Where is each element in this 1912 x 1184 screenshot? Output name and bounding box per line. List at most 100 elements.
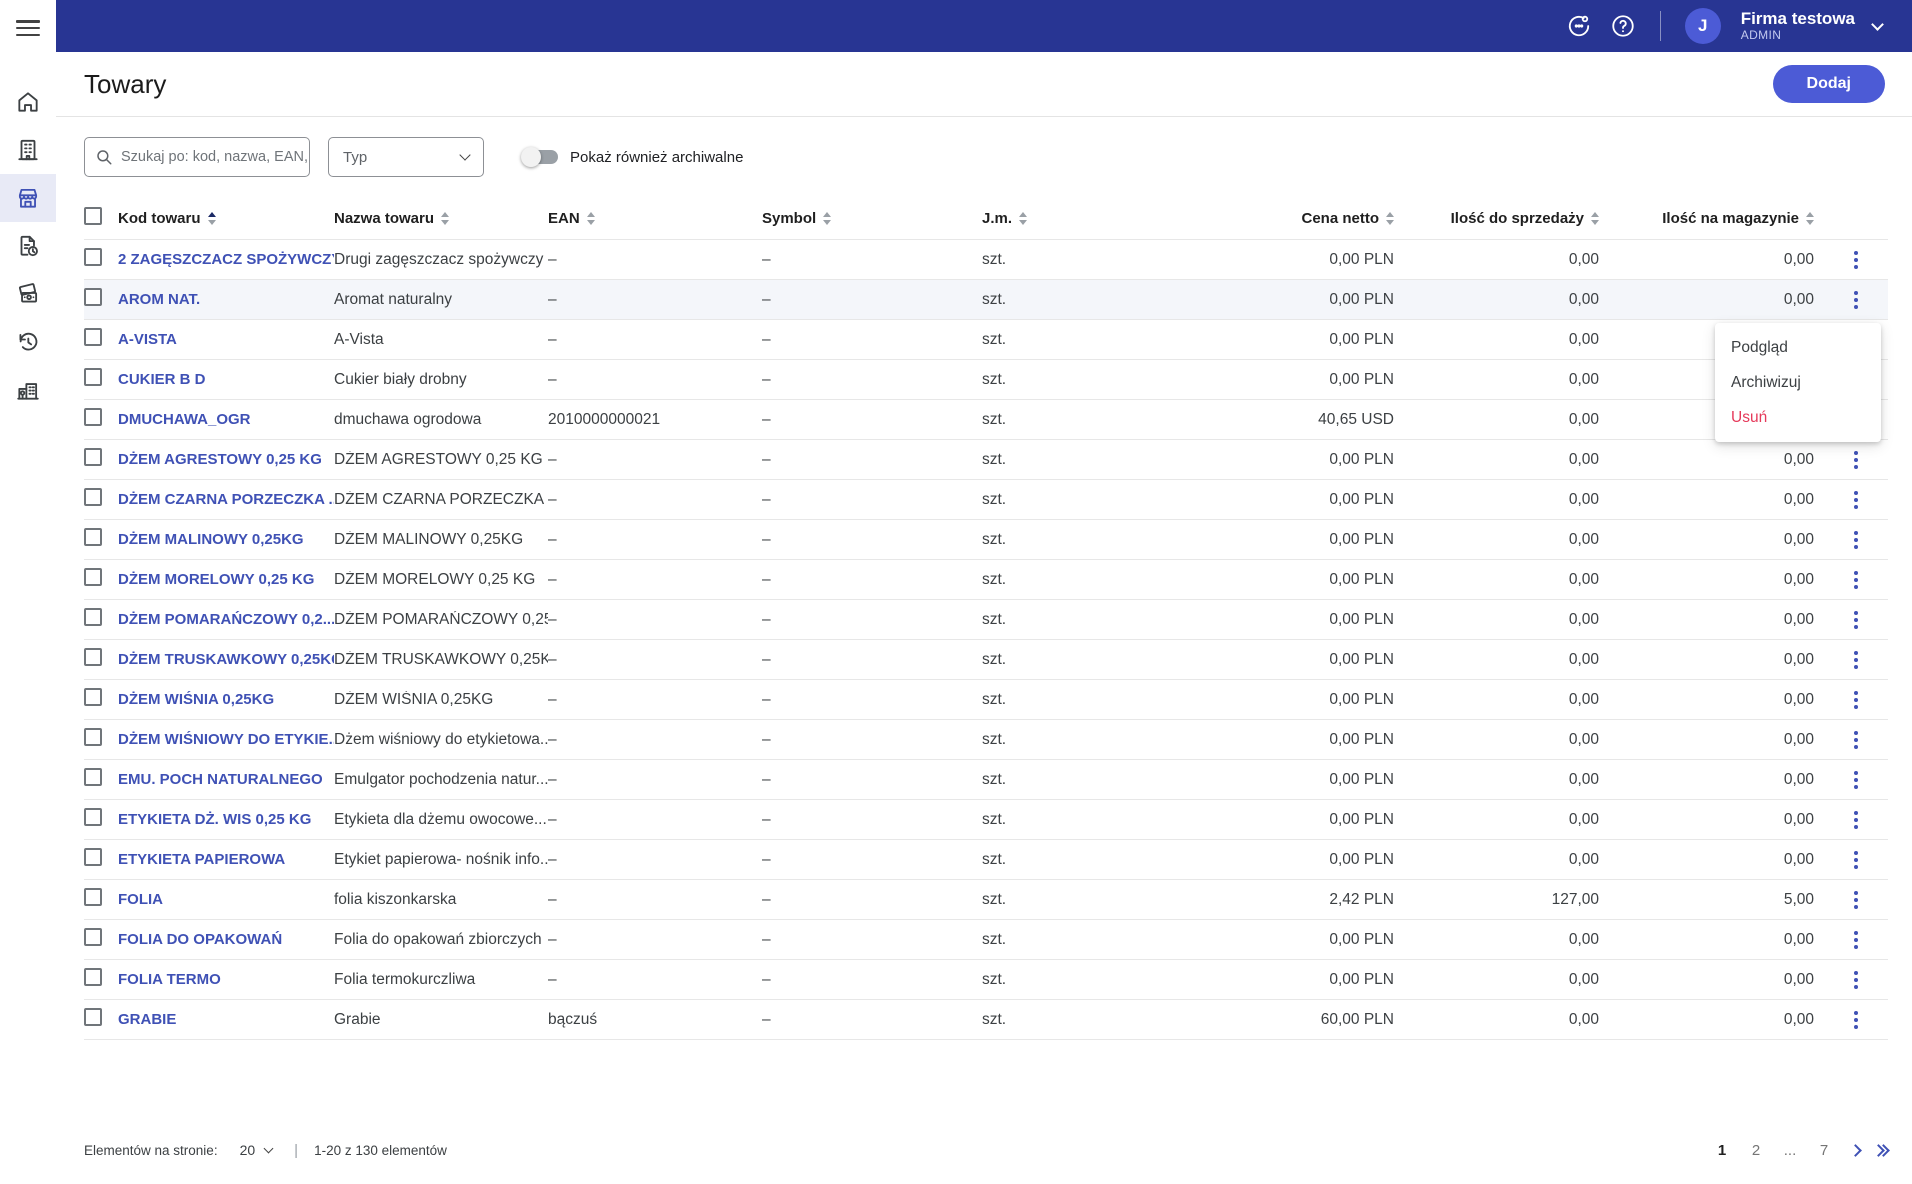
row-actions-cell (1824, 647, 1888, 673)
product-code-link[interactable]: FOLIA TERMO (118, 971, 221, 988)
product-code-link[interactable]: DŻEM WIŚNIA 0,25KG (118, 691, 274, 708)
archive-toggle[interactable] (524, 150, 558, 164)
next-page-icon[interactable] (1851, 1146, 1860, 1155)
add-button[interactable]: Dodaj (1773, 65, 1885, 103)
sidebar-item-branches[interactable] (0, 366, 56, 414)
type-select[interactable]: Typ (328, 137, 484, 177)
product-code-link[interactable]: EMU. POCH NATURALNEGO (118, 771, 323, 788)
row-checkbox[interactable] (84, 408, 102, 426)
pagination: 12...7 (1709, 1137, 1888, 1163)
row-checkbox[interactable] (84, 608, 102, 626)
cell-price: 0,00 PLN (1087, 811, 1404, 829)
context-menu-item-podgld[interactable]: Podgląd (1715, 330, 1881, 365)
product-code-link[interactable]: 2 ZAGĘSZCZACZ SPOŻYWCZY (118, 251, 334, 268)
row-menu-button[interactable] (1848, 487, 1864, 513)
cell-sale_qty: 0,00 (1404, 291, 1609, 309)
logo-icon[interactable] (1566, 13, 1592, 39)
product-code-link[interactable]: DMUCHAWA_OGR (118, 411, 251, 428)
row-checkbox[interactable] (84, 568, 102, 586)
row-menu-button[interactable] (1848, 527, 1864, 553)
column-header-unit[interactable]: J.m. (982, 210, 1087, 227)
row-menu-button[interactable] (1848, 887, 1864, 913)
row-checkbox[interactable] (84, 728, 102, 746)
row-menu-button[interactable] (1848, 607, 1864, 633)
row-checkbox[interactable] (84, 368, 102, 386)
cell-code: DŻEM MALINOWY 0,25KG (118, 531, 334, 549)
sidebar-item-products[interactable] (0, 174, 56, 222)
row-menu-button[interactable] (1848, 967, 1864, 993)
product-code-link[interactable]: AROM NAT. (118, 291, 200, 308)
product-code-link[interactable]: DŻEM CZARNA PORZECZKA ... (118, 491, 334, 508)
search-input[interactable] (121, 149, 308, 165)
row-menu-button[interactable] (1848, 807, 1864, 833)
hamburger-menu-icon[interactable] (16, 20, 40, 36)
per-page-label: Elementów na stronie: (84, 1143, 218, 1158)
row-checkbox[interactable] (84, 888, 102, 906)
row-menu-button[interactable] (1848, 767, 1864, 793)
row-menu-button[interactable] (1848, 247, 1864, 273)
sidebar-item-finances[interactable] (0, 270, 56, 318)
product-code-link[interactable]: CUKIER B D (118, 371, 206, 388)
sidebar-item-documents[interactable] (0, 222, 56, 270)
product-code-link[interactable]: DŻEM MALINOWY 0,25KG (118, 531, 304, 548)
row-menu-button[interactable] (1848, 687, 1864, 713)
row-checkbox[interactable] (84, 288, 102, 306)
row-checkbox[interactable] (84, 648, 102, 666)
row-checkbox[interactable] (84, 928, 102, 946)
sidebar-item-history[interactable] (0, 318, 56, 366)
select-all-checkbox[interactable] (84, 207, 102, 225)
cell-ean: – (548, 611, 762, 629)
context-menu-item-archiwizuj[interactable]: Archiwizuj (1715, 365, 1881, 400)
product-code-link[interactable]: FOLIA DO OPAKOWAŃ (118, 931, 282, 948)
row-context-menu: PodglądArchiwizujUsuń (1715, 323, 1881, 442)
column-header-symbol[interactable]: Symbol (762, 210, 982, 227)
last-page-icon[interactable] (1874, 1146, 1888, 1155)
sidebar-item-home[interactable] (0, 78, 56, 126)
product-code-link[interactable]: DŻEM MORELOWY 0,25 KG (118, 571, 314, 588)
row-menu-button[interactable] (1848, 287, 1864, 313)
product-code-link[interactable]: DŻEM AGRESTOWY 0,25 KG (118, 451, 322, 468)
row-menu-button[interactable] (1848, 1007, 1864, 1033)
per-page-select[interactable]: 20 (240, 1142, 273, 1158)
row-menu-button[interactable] (1848, 447, 1864, 473)
row-checkbox[interactable] (84, 808, 102, 826)
row-checkbox[interactable] (84, 448, 102, 466)
row-menu-button[interactable] (1848, 927, 1864, 953)
product-code-link[interactable]: ETYKIETA DŻ. WIS 0,25 KG (118, 811, 311, 828)
product-code-link[interactable]: DŻEM POMARAŃCZOWY 0,2... (118, 611, 334, 628)
column-header-name[interactable]: Nazwa towaru (334, 210, 548, 227)
row-checkbox[interactable] (84, 488, 102, 506)
row-menu-button[interactable] (1848, 567, 1864, 593)
row-menu-button[interactable] (1848, 727, 1864, 753)
product-code-link[interactable]: GRABIE (118, 1011, 176, 1028)
product-code-link[interactable]: FOLIA (118, 891, 163, 908)
sidebar-item-company[interactable] (0, 126, 56, 174)
page-button-7[interactable]: 7 (1811, 1137, 1837, 1163)
row-menu-button[interactable] (1848, 847, 1864, 873)
chevron-down-icon[interactable] (1871, 18, 1884, 31)
avatar[interactable]: J (1685, 8, 1721, 44)
row-menu-button[interactable] (1848, 647, 1864, 673)
row-checkbox[interactable] (84, 768, 102, 786)
product-code-link[interactable]: ETYKIETA PAPIEROWA (118, 851, 285, 868)
row-checkbox[interactable] (84, 1008, 102, 1026)
row-checkbox[interactable] (84, 248, 102, 266)
help-icon[interactable] (1610, 13, 1636, 39)
product-code-link[interactable]: DŻEM TRUSKAWKOWY 0,25KG (118, 651, 334, 668)
column-header-stock_qty[interactable]: Ilość na magazynie (1609, 210, 1824, 227)
row-checkbox[interactable] (84, 968, 102, 986)
row-checkbox[interactable] (84, 528, 102, 546)
cell-ean: – (548, 251, 762, 269)
row-checkbox[interactable] (84, 688, 102, 706)
page-button-1[interactable]: 1 (1709, 1137, 1735, 1163)
column-header-sale_qty[interactable]: Ilość do sprzedaży (1404, 210, 1609, 227)
row-checkbox[interactable] (84, 328, 102, 346)
column-header-price[interactable]: Cena netto (1087, 210, 1404, 227)
context-menu-item-usu[interactable]: Usuń (1715, 400, 1881, 435)
column-header-ean[interactable]: EAN (548, 210, 762, 227)
column-header-code[interactable]: Kod towaru (118, 210, 334, 227)
page-button-2[interactable]: 2 (1743, 1137, 1769, 1163)
row-checkbox[interactable] (84, 848, 102, 866)
product-code-link[interactable]: DŻEM WIŚNIOWY DO ETYKIE... (118, 731, 334, 748)
product-code-link[interactable]: A-VISTA (118, 331, 177, 348)
